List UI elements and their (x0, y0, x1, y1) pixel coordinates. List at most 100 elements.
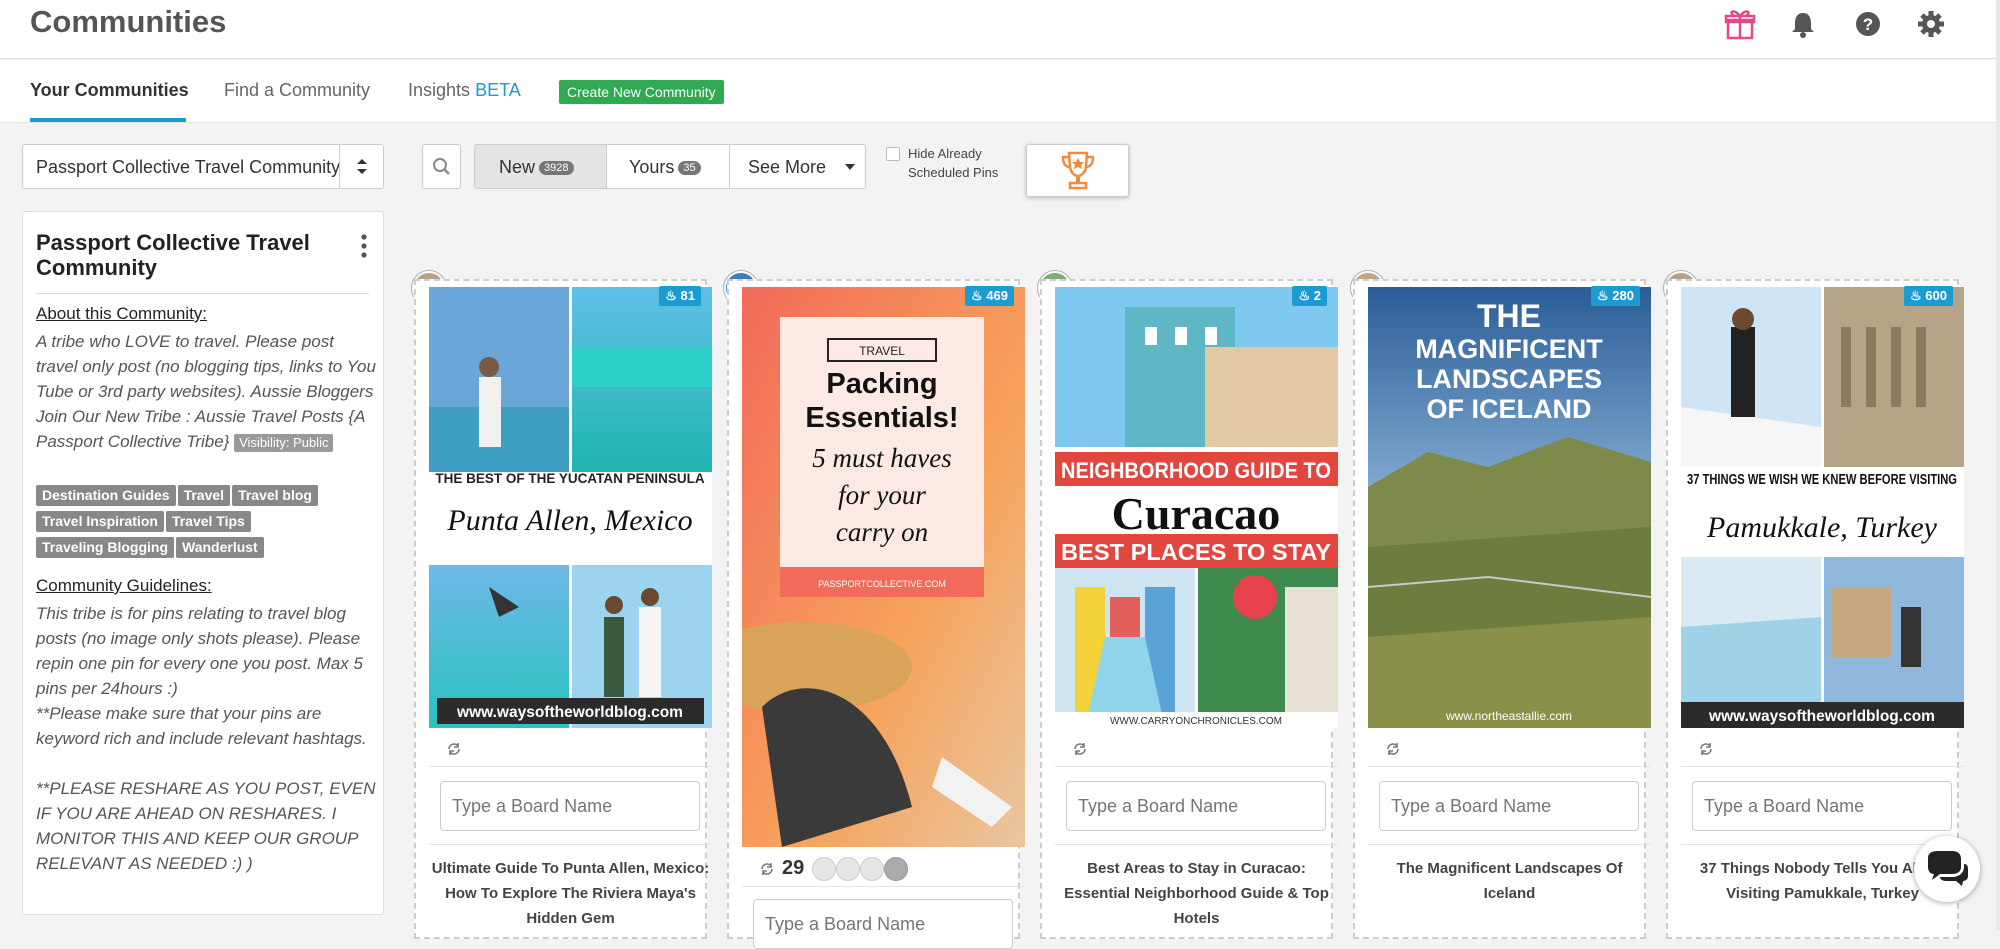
tab-insights-label: Insights (408, 80, 471, 100)
more-vertical-icon[interactable] (361, 234, 367, 258)
repin-icon[interactable] (1385, 741, 1401, 757)
pin-image[interactable]: THE BEST OF THE YUCATAN PENINSULA Punta … (429, 287, 712, 728)
pin-image-script: Punta Allen, Mexico (446, 504, 692, 537)
see-more-dropdown[interactable]: See More (729, 144, 866, 189)
pin-image-line: BEST PLACES TO STAY (1061, 539, 1331, 565)
community-info-panel: Passport Collective Travel Community Abo… (22, 211, 384, 915)
pin-image-line: for your (838, 480, 926, 510)
pin-image-line: Essentials! (805, 402, 958, 434)
tag[interactable]: Wanderlust (176, 537, 264, 558)
repin-count: 81 (680, 288, 695, 303)
yours-count: 35 (678, 161, 701, 176)
repinner-avatars[interactable] (812, 857, 912, 883)
bell-icon[interactable] (1785, 6, 1821, 42)
pin-image-banner: THE BEST OF THE YUCATAN PENINSULA (435, 471, 705, 486)
repin-count: 600 (1925, 288, 1947, 303)
pin-card: NEIGHBORHOOD GUIDE TO Curacao BEST PLACE… (1040, 279, 1338, 939)
about-text: A tribe who LOVE to travel. Please post … (36, 329, 376, 454)
pin-image-footer: www.waysoftheworldblog.com (456, 704, 683, 721)
visibility-badge: Visibility: Public (234, 434, 334, 452)
tab-find-community[interactable]: Find a Community (224, 80, 370, 101)
pin-image-line: Curacao (1112, 488, 1281, 539)
leaderboard-button[interactable] (1026, 144, 1129, 197)
board-name-input[interactable] (753, 899, 1013, 949)
chat-button[interactable] (1914, 836, 1980, 902)
chat-icon (1928, 851, 1968, 886)
tab-nav: Your Communities Find a Community Insigh… (0, 60, 2000, 173)
repin-count: 280 (1612, 288, 1634, 303)
pin-image-footer: www.northeastallie.com (1445, 709, 1572, 723)
pin-image[interactable]: THE MAGNIFICENT LANDSCAPES OF ICELAND ww… (1368, 287, 1651, 728)
pin-image-footer: PASSPORTCOLLECTIVE.COM (818, 579, 946, 589)
svg-text:?: ? (1863, 15, 1873, 34)
pin-title[interactable]: Best Areas to Stay in Curacao: Essential… (1055, 856, 1338, 931)
community-title: Passport Collective Travel Community (36, 230, 310, 280)
pin-image[interactable]: TRAVEL Packing Essentials! 5 must haves … (742, 287, 1025, 847)
pin-title[interactable]: Ultimate Guide To Punta Allen, Mexico: H… (429, 856, 712, 931)
pin-image-line: carry on (836, 517, 928, 547)
divider (1368, 844, 1651, 845)
pin-image-footer: WWW.CARRYONCHRONICLES.COM (1110, 716, 1282, 727)
pin-image-footer: www.waysoftheworldblog.com (1708, 708, 1935, 725)
hide-scheduled-label: Hide Already Scheduled Pins (908, 146, 999, 180)
scrollbar[interactable] (1996, 0, 2000, 930)
pin-image-script: Pamukkale, Turkey (1706, 511, 1938, 544)
tag[interactable]: Traveling Blogging (36, 537, 175, 558)
community-select[interactable]: Passport Collective Travel Community (22, 144, 384, 189)
pin-image-line: MAGNIFICENT (1415, 334, 1603, 364)
board-name-input[interactable] (1066, 781, 1326, 831)
top-bar: Communities ? (0, 0, 2000, 59)
divider (1055, 844, 1338, 845)
repin-count-badge: ♨ 2 (1292, 286, 1327, 306)
pin-title[interactable]: The Magnificent Landscapes Of Iceland (1368, 856, 1651, 906)
pin-image[interactable]: NEIGHBORHOOD GUIDE TO Curacao BEST PLACE… (1055, 287, 1338, 728)
segment-yours-label: Yours (629, 157, 675, 177)
caret-down-icon (845, 164, 855, 170)
new-count: 3928 (539, 161, 574, 176)
guidelines-text: This tribe is for pins relating to trave… (36, 604, 376, 873)
tag[interactable]: Travel (177, 485, 231, 506)
segment-new-label: New (499, 157, 536, 177)
repin-icon[interactable] (1698, 741, 1714, 757)
board-name-input[interactable] (1379, 781, 1639, 831)
repin-icon[interactable] (1072, 741, 1088, 757)
tag[interactable]: Travel Inspiration (36, 511, 164, 532)
repin-icon[interactable] (446, 741, 462, 757)
repin-icon[interactable] (759, 861, 775, 877)
pin-image-line: LANDSCAPES (1416, 364, 1602, 394)
repin-count-badge: ♨ 280 (1591, 286, 1640, 306)
tab-insights[interactable]: Insights BETA (408, 80, 521, 101)
divider (36, 293, 369, 294)
board-name-input[interactable] (1692, 781, 1952, 831)
create-community-button[interactable]: Create New Community (559, 80, 724, 104)
divider (742, 886, 1025, 887)
pin-image[interactable]: 37 THINGS WE WISH WE KNEW BEFORE VISITIN… (1681, 287, 1964, 728)
divider (1368, 766, 1651, 767)
beta-tag: BETA (475, 80, 521, 100)
pin-image-line: OF ICELAND (1427, 394, 1592, 424)
search-button[interactable] (422, 144, 461, 189)
search-icon (433, 158, 450, 175)
gear-icon[interactable] (1913, 6, 1949, 42)
segment-new[interactable]: New 3928 (474, 144, 607, 189)
divider (1055, 766, 1338, 767)
divider (1681, 766, 1964, 767)
about-heading: About this Community: (36, 304, 208, 323)
hide-scheduled-checkbox[interactable] (886, 147, 900, 161)
repin-count-badge: ♨ 600 (1904, 286, 1953, 306)
tag[interactable]: Destination Guides (36, 485, 176, 506)
tag[interactable]: Travel blog (232, 485, 318, 506)
tab-your-communities[interactable]: Your Communities (30, 80, 189, 101)
divider (429, 844, 712, 845)
tag[interactable]: Travel Tips (165, 511, 251, 532)
repin-count: 2 (1313, 288, 1321, 303)
divider (429, 766, 712, 767)
pin-card: THE BEST OF THE YUCATAN PENINSULA Punta … (414, 279, 712, 939)
gift-icon[interactable] (1722, 6, 1758, 42)
segment-yours[interactable]: Yours 35 (606, 144, 730, 189)
help-icon[interactable]: ? (1850, 6, 1886, 42)
board-name-input[interactable] (440, 781, 700, 831)
guidelines-heading: Community Guidelines: (36, 576, 212, 595)
trophy-icon (1061, 151, 1095, 190)
page-title: Communities (30, 4, 227, 39)
